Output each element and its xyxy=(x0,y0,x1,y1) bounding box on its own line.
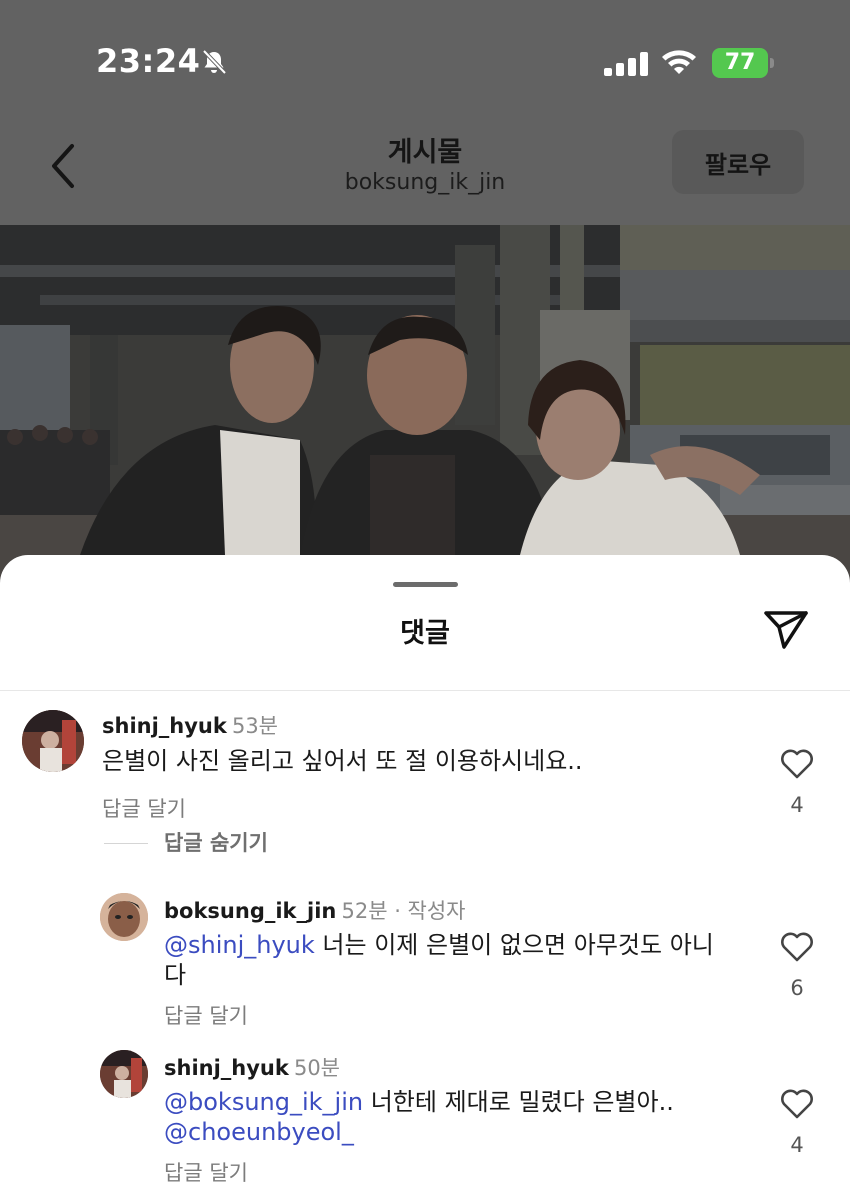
comment-time: 50분 xyxy=(293,1056,340,1080)
reply-button[interactable]: 답글 달기 xyxy=(164,1157,248,1187)
heart-icon[interactable] xyxy=(780,1089,814,1119)
author-tag: · 작성자 xyxy=(387,899,466,923)
comment-text: @boksung_ik_jin 너한테 제대로 밀렸다 은별아.. @choeu… xyxy=(164,1087,754,1147)
heart-icon[interactable] xyxy=(780,932,814,962)
header-divider xyxy=(0,690,850,691)
status-bar: 23:24 77 xyxy=(0,0,850,120)
status-time: 23:24 xyxy=(96,42,201,80)
mention-link[interactable]: @boksung_ik_jin xyxy=(164,1088,363,1116)
comment-text: 은별이 사진 올리고 싶어서 또 절 이용하시네요.. xyxy=(102,746,742,776)
comments-sheet: 댓글 shinj_hyuk 53분 은별이 사진 올리고 싶어서 또 절 이용하… xyxy=(0,555,850,1201)
reply-button[interactable]: 답글 달기 xyxy=(164,1000,248,1030)
top-area: 23:24 77 게시물 boksung_ik_jin 팔로우 xyxy=(0,0,850,225)
comment-body: 너는 이제 은별이 없으면 아무것도 아니 xyxy=(314,931,714,959)
comments-title: 댓글 xyxy=(400,618,450,649)
reply-button[interactable]: 답글 달기 xyxy=(102,793,186,823)
battery-icon: 77 xyxy=(712,48,774,78)
mention-link[interactable]: @shinj_hyuk xyxy=(164,931,315,959)
comment-username[interactable]: boksung_ik_jin xyxy=(164,899,336,923)
sheet-drag-handle[interactable] xyxy=(393,582,458,587)
share-send-icon[interactable] xyxy=(762,607,810,651)
comment-item: boksung_ik_jin 52분 · 작성자 @shinj_hyuk 너는 … xyxy=(0,890,850,1040)
bell-slash-icon xyxy=(202,49,227,75)
avatar[interactable] xyxy=(100,1050,148,1098)
mention-link[interactable]: @choeunbyeol_ xyxy=(164,1118,354,1146)
hide-replies-button[interactable]: 답글 숨기기 xyxy=(164,827,268,857)
comment-time: 52분 xyxy=(341,899,388,923)
signal-icon xyxy=(604,52,648,76)
battery-level: 77 xyxy=(712,48,768,78)
comment-text: @shinj_hyuk 너는 이제 은별이 없으면 아무것도 아니 다 xyxy=(164,930,754,990)
like-count: 4 xyxy=(790,793,804,817)
comment-time: 53분 xyxy=(231,714,278,738)
hide-replies-line xyxy=(104,843,148,844)
like-count: 6 xyxy=(790,976,804,1000)
comment-body-line2: 다 xyxy=(164,961,187,989)
post-photo xyxy=(0,225,850,605)
comment-body: 너한테 제대로 밀렸다 은별아.. xyxy=(363,1088,674,1116)
follow-button[interactable]: 팔로우 xyxy=(672,130,804,194)
avatar[interactable] xyxy=(22,710,84,772)
comment-username[interactable]: shinj_hyuk xyxy=(102,714,227,738)
comment-item: shinj_hyuk 53분 은별이 사진 올리고 싶어서 또 절 이용하시네요… xyxy=(0,705,850,855)
wifi-icon xyxy=(662,50,696,74)
heart-icon[interactable] xyxy=(780,749,814,779)
avatar[interactable] xyxy=(100,893,148,941)
battery-cap xyxy=(770,58,774,68)
post-header: 게시물 boksung_ik_jin 팔로우 xyxy=(0,120,850,225)
comment-item: shinj_hyuk 50분 @boksung_ik_jin 너한테 제대로 밀… xyxy=(0,1047,850,1197)
comment-username[interactable]: shinj_hyuk xyxy=(164,1056,289,1080)
like-count: 4 xyxy=(790,1133,804,1157)
comment-body: 은별이 사진 올리고 싶어서 또 절 이용하시네요.. xyxy=(102,747,583,775)
post-photo-image xyxy=(0,225,850,605)
